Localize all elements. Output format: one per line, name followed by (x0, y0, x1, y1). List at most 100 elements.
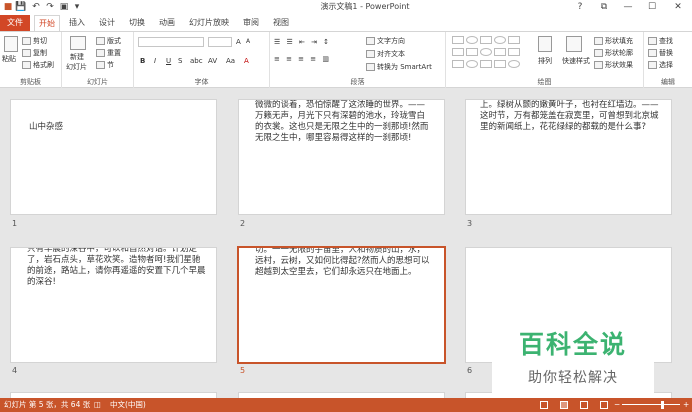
slide-thumbnail-2[interactable]: 微微的谈着，恐怕惊醒了这浓睡的世界。——万籁无声，月光下只有深碧的池水，玲珑雪白… (238, 99, 445, 215)
zoom-slider[interactable] (622, 404, 680, 405)
tab-view[interactable]: 视图 (268, 16, 294, 30)
shape-fill-label: 形状填充 (605, 37, 633, 45)
zoom-slider-thumb[interactable] (661, 401, 664, 409)
paste-icon[interactable] (4, 36, 18, 52)
replace-label: 替换 (659, 49, 673, 57)
group-slides: 新建 幻灯片 版式 重置 节 幻灯片 (62, 32, 134, 88)
clipboard-group-label: 剪贴板 (20, 78, 41, 86)
arrange-icon[interactable] (538, 36, 552, 52)
italic-button[interactable]: I (154, 56, 156, 66)
section-label: 节 (107, 61, 114, 69)
ribbon-home: 粘贴 剪切 复制 格式刷 剪贴板 新建 幻灯片 版式 重置 节 幻灯片 A A … (0, 31, 692, 88)
font-name-dropdown[interactable] (138, 37, 204, 47)
tab-design[interactable]: 设计 (94, 16, 120, 30)
slide-thumbnail-4[interactable]: 只有早晨的深谷中，可以和自然对话。计划定了，岩石点头，草花欢笑。造物者呵!我们星… (10, 247, 217, 363)
save-icon[interactable]: 💾 (15, 1, 27, 13)
align-text-button[interactable]: 对齐文本 (366, 49, 405, 59)
redo-icon[interactable]: ↷ (44, 1, 56, 13)
replace-button[interactable]: 替换 (648, 48, 673, 58)
slide-5-text: 切。一一无限的宇宙里，人和物质的山，水，远村，云树，又如何比得起?然而人的思想可… (255, 246, 430, 277)
slide-sorter-view-icon[interactable] (560, 401, 568, 409)
align-buttons[interactable]: ≡ ≡ ≡ ≡ ▥ (274, 54, 331, 64)
shadow-button[interactable]: abc (190, 56, 203, 66)
copy-button[interactable]: 复制 (22, 48, 47, 58)
list-buttons[interactable]: ☰ ☰ ⇤ ⇥ ↕ (274, 37, 331, 47)
slide-count-status: 幻灯片 第 5 张，共 64 张 (4, 400, 91, 409)
smartart-button[interactable]: 转换为 SmartArt (366, 62, 432, 72)
maximize-button[interactable]: ☐ (640, 0, 664, 14)
tab-insert[interactable]: 插入 (64, 16, 90, 30)
language-status[interactable]: 中文(中国) (110, 398, 146, 412)
char-spacing-button[interactable]: AV (208, 56, 217, 66)
copy-icon (22, 49, 31, 57)
font-size-dropdown[interactable] (208, 37, 232, 47)
select-button[interactable]: 选择 (648, 60, 673, 70)
reading-view-icon[interactable] (580, 401, 588, 409)
underline-button[interactable]: U (166, 56, 171, 66)
tab-home[interactable]: 开始 (34, 15, 60, 31)
minimize-button[interactable]: — (616, 0, 640, 14)
text-direction-button[interactable]: 文字方向 (366, 36, 405, 46)
tab-animations[interactable]: 动画 (154, 16, 180, 30)
slide-sorter[interactable]: 山中杂感 1 微微的谈着，恐怕惊醒了这浓睡的世界。——万籁无声，月光下只有深碧的… (0, 89, 692, 398)
text-direction-label: 文字方向 (377, 37, 405, 45)
group-paragraph: ☰ ☰ ⇤ ⇥ ↕ ≡ ≡ ≡ ≡ ▥ 文字方向 对齐文本 转换为 SmartA… (270, 32, 446, 88)
font-color-button[interactable]: A (244, 56, 249, 66)
slide-thumbnail-3[interactable]: 上。绿树从颤的嫩黄叶子，也衬在红墙边。——这时节，万有都笼盖在寂寞里，可曾想到北… (465, 99, 672, 215)
zoom-in-icon[interactable]: + (683, 398, 689, 412)
cut-label: 剪切 (33, 37, 47, 45)
quick-styles-button[interactable]: 快速样式 (562, 56, 590, 66)
format-painter-button[interactable]: 格式刷 (22, 60, 54, 70)
new-slide-button[interactable]: 新建 (70, 52, 84, 62)
title-bar: ■ 💾 ↶ ↷ ▣ ▾ 演示文稿1 - PowerPoint ? ⧉ — ☐ ✕ (0, 0, 692, 14)
status-bar: 幻灯片 第 5 张，共 64 张 ◫ 中文(中国) − + (0, 398, 692, 412)
bold-button[interactable]: B (140, 56, 145, 66)
find-button[interactable]: 查找 (648, 36, 673, 46)
find-label: 查找 (659, 37, 673, 45)
quick-styles-icon[interactable] (566, 36, 582, 52)
tab-review[interactable]: 审阅 (238, 16, 264, 30)
help-button[interactable]: ? (568, 0, 592, 14)
powerpoint-window: ■ 💾 ↶ ↷ ▣ ▾ 演示文稿1 - PowerPoint ? ⧉ — ☐ ✕… (0, 0, 692, 412)
slideshow-view-icon[interactable] (600, 401, 608, 409)
strikethrough-button[interactable]: S (178, 56, 182, 66)
undo-icon[interactable]: ↶ (30, 1, 42, 13)
normal-view-icon[interactable] (540, 401, 548, 409)
slide-number-5: 5 (240, 366, 246, 375)
shrink-font-button[interactable]: A (246, 37, 250, 47)
shape-effects-button[interactable]: 形状效果 (594, 60, 633, 70)
slide-thumbnail-5-selected[interactable]: 切。一一无限的宇宙里，人和物质的山，水，远村，云树，又如何比得起?然而人的思想可… (237, 246, 446, 364)
paste-button[interactable]: 粘贴 (2, 54, 16, 64)
align-text-label: 对齐文本 (377, 50, 405, 58)
customize-quick-access-icon[interactable]: ▾ (71, 1, 83, 13)
spellcheck-icon[interactable]: ◫ (94, 398, 101, 412)
editing-group-label: 编辑 (661, 78, 675, 86)
arrange-button[interactable]: 排列 (538, 56, 552, 66)
slide-number-1: 1 (12, 219, 18, 228)
scissors-icon (22, 37, 31, 45)
tab-transitions[interactable]: 切换 (124, 16, 150, 30)
change-case-button[interactable]: Aa (226, 56, 235, 66)
present-from-start-icon[interactable]: ▣ (58, 1, 70, 13)
watermark-title: 百科全说 (518, 330, 627, 359)
cut-button[interactable]: 剪切 (22, 36, 47, 46)
slide-number-6: 6 (467, 366, 473, 375)
shape-outline-button[interactable]: 形状轮廓 (594, 48, 633, 58)
section-button[interactable]: 节 (96, 60, 114, 70)
reset-button[interactable]: 重置 (96, 48, 121, 58)
grow-font-button[interactable]: A (236, 37, 241, 47)
new-slide-label: 幻灯片 (66, 63, 87, 71)
new-slide-icon[interactable] (70, 36, 86, 50)
ribbon-display-options-button[interactable]: ⧉ (592, 0, 616, 14)
align-text-icon (366, 50, 375, 58)
shape-fill-button[interactable]: 形状填充 (594, 36, 633, 46)
slide-thumbnail-1[interactable]: 山中杂感 (10, 99, 217, 215)
tab-slideshow[interactable]: 幻灯片放映 (184, 16, 234, 30)
paragraph-group-label: 段落 (350, 78, 365, 86)
layout-button[interactable]: 版式 (96, 36, 121, 46)
tab-file[interactable]: 文件 (0, 15, 30, 31)
zoom-out-icon[interactable]: − (614, 398, 620, 412)
reset-label: 重置 (107, 49, 121, 57)
search-icon (648, 37, 657, 45)
close-button[interactable]: ✕ (666, 0, 690, 14)
